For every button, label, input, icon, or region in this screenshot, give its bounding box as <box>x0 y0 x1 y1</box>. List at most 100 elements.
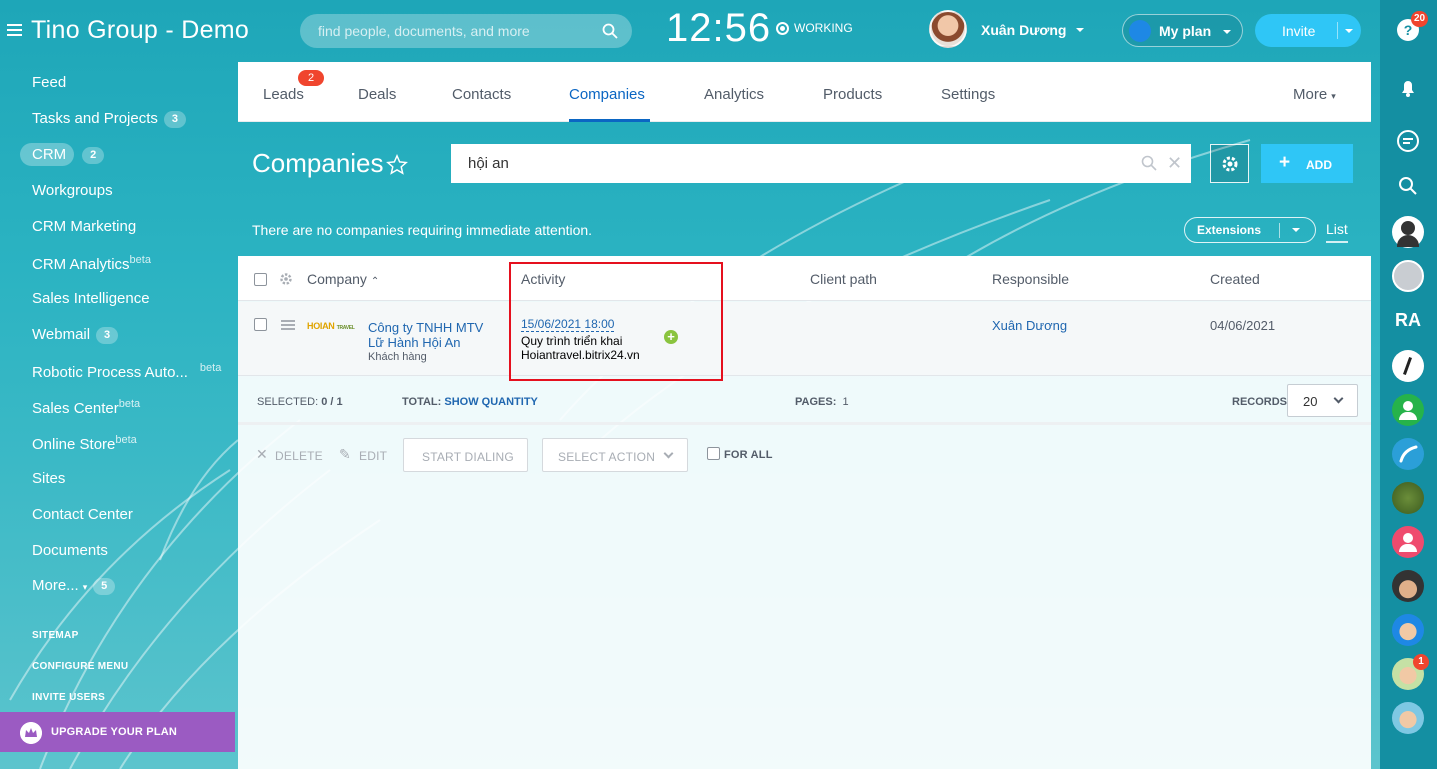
contact-avatar[interactable] <box>1392 526 1424 558</box>
select-all-checkbox[interactable] <box>254 273 267 286</box>
menu-count-badge: 5 <box>93 578 116 595</box>
menu-item-online-store[interactable]: Online Storebeta <box>32 434 137 453</box>
select-action-dropdown[interactable]: SELECT ACTION <box>542 438 688 472</box>
grid-header: Company ⌃ Activity Client path Responsibl… <box>238 256 1371 301</box>
responsible-link[interactable]: Xuân Dương <box>992 318 1067 333</box>
upgrade-label: UPGRADE YOUR PLAN <box>51 726 178 738</box>
filter-search[interactable]: hội an ✕ <box>451 144 1191 183</box>
search-icon[interactable] <box>602 23 618 39</box>
company-logo: HOIAN TRAVEL <box>307 321 355 331</box>
tab-analytics[interactable]: Analytics <box>704 86 764 103</box>
menu-icon[interactable] <box>7 24 22 36</box>
table-row[interactable]: HOIAN TRAVEL Công ty TNHH MTV Lữ Hành Hộ… <box>238 302 1371 376</box>
my-plan-label: My plan <box>1159 23 1212 39</box>
menu-item-tasks[interactable]: Tasks and Projects 3 <box>32 110 186 128</box>
menu-item-more[interactable]: More... ▾ 5 <box>32 577 116 595</box>
filter-value[interactable]: hội an <box>468 155 509 172</box>
settings-button[interactable] <box>1210 144 1249 183</box>
bell-icon[interactable] <box>1394 74 1422 102</box>
add-activity-icon[interactable]: + <box>664 330 678 344</box>
view-list-tab[interactable]: List <box>1326 221 1348 243</box>
contact-avatar[interactable] <box>1392 216 1424 248</box>
column-company[interactable]: Company ⌃ <box>307 271 379 287</box>
tab-products[interactable]: Products <box>823 86 882 103</box>
tab-contacts[interactable]: Contacts <box>452 86 511 103</box>
upgrade-plan-button[interactable]: UPGRADE YOUR PLAN <box>0 712 235 752</box>
contact-avatar[interactable] <box>1392 394 1424 426</box>
tab-companies[interactable]: Companies <box>569 86 645 103</box>
chevron-down-icon: ▾ <box>82 582 88 592</box>
delete-button[interactable]: ✕ DELETE <box>256 438 326 472</box>
user-avatar[interactable] <box>929 10 967 48</box>
menu-item-crm-analytics[interactable]: CRM Analyticsbeta <box>32 254 151 273</box>
activity-date-link[interactable]: 15/06/2021 18:00 <box>521 317 615 332</box>
chat-icon[interactable] <box>1394 127 1422 155</box>
menu-item-sales-center[interactable]: Sales Centerbeta <box>32 398 140 417</box>
app-title[interactable]: Tino Group - Demo <box>31 16 249 45</box>
tab-deals[interactable]: Deals <box>358 86 396 103</box>
sitemap-link[interactable]: SITEMAP <box>32 630 79 641</box>
company-link[interactable]: Công ty TNHH MTV Lữ Hành Hội An <box>368 320 498 350</box>
pencil-icon: ✎ <box>339 446 351 462</box>
menu-item-sales-intelligence[interactable]: Sales Intelligence <box>32 290 150 307</box>
contact-avatar[interactable] <box>1392 260 1424 292</box>
contact-avatar[interactable] <box>1392 614 1424 646</box>
column-client-path[interactable]: Client path <box>810 271 877 287</box>
chevron-down-icon[interactable] <box>1292 228 1300 232</box>
extensions-button[interactable]: Extensions <box>1184 217 1316 243</box>
menu-item-feed[interactable]: Feed <box>32 74 66 91</box>
activity-subtitle: Hoiantravel.bitrix24.vn <box>521 348 640 362</box>
contact-avatar[interactable] <box>1392 702 1424 734</box>
invite-users-link[interactable]: INVITE USERS <box>32 692 105 703</box>
chat-badge: 1 <box>1413 654 1429 670</box>
menu-item-documents[interactable]: Documents <box>32 542 108 559</box>
column-activity[interactable]: Activity <box>521 271 565 287</box>
menu-item-crm-marketing[interactable]: CRM Marketing <box>32 218 136 235</box>
phone-icon[interactable] <box>1392 438 1424 470</box>
add-button[interactable]: + ADD <box>1261 144 1353 183</box>
user-name[interactable]: Xuân Dương <box>981 22 1066 38</box>
chevron-down-icon[interactable] <box>1345 29 1353 33</box>
show-quantity-link[interactable]: SHOW QUANTITY <box>444 396 538 408</box>
menu-item-workgroups[interactable]: Workgroups <box>32 182 113 199</box>
tab-leads[interactable]: Leads <box>263 86 304 103</box>
contact-avatar[interactable]: RA <box>1392 306 1424 338</box>
user-menu-caret-icon[interactable] <box>1076 28 1084 32</box>
gear-icon[interactable] <box>279 272 293 286</box>
grid-footer: SELECTED: 0 / 1 TOTAL: SHOW QUANTITY PAG… <box>238 377 1371 425</box>
plus-icon: + <box>1279 152 1291 173</box>
row-checkbox[interactable] <box>254 318 267 331</box>
menu-item-webmail[interactable]: Webmail 3 <box>32 326 119 344</box>
search-input[interactable] <box>318 14 598 48</box>
contact-avatar[interactable] <box>1392 482 1424 514</box>
search-icon[interactable] <box>1394 172 1422 200</box>
tab-settings[interactable]: Settings <box>941 86 995 103</box>
menu-item-contact-center[interactable]: Contact Center <box>32 506 133 523</box>
chevron-down-icon <box>1333 393 1344 404</box>
chevron-down-icon <box>663 448 674 459</box>
start-dialing-button[interactable]: START DIALING <box>403 438 528 472</box>
edit-button[interactable]: ✎ EDIT <box>339 438 399 472</box>
records-per-page-select[interactable]: 20 <box>1287 384 1358 417</box>
menu-count-badge: 3 <box>96 327 119 344</box>
group-actions: ✕ DELETE ✎ EDIT START DIALING SELECT ACT… <box>238 438 1371 472</box>
configure-menu-link[interactable]: CONFIGURE MENU <box>32 661 128 672</box>
global-search[interactable] <box>300 14 632 48</box>
work-status[interactable]: WORKING <box>776 21 853 35</box>
tab-more[interactable]: More ▾ <box>1293 86 1336 103</box>
menu-item-sites[interactable]: Sites <box>32 470 65 487</box>
column-responsible[interactable]: Responsible <box>992 271 1069 287</box>
drag-handle-icon[interactable] <box>281 320 295 330</box>
menu-item-crm[interactable]: CRM 2 <box>32 146 105 164</box>
created-date: 04/06/2021 <box>1210 318 1276 333</box>
column-created[interactable]: Created <box>1210 271 1260 287</box>
for-all-checkbox[interactable] <box>707 447 720 460</box>
invite-button[interactable]: Invite <box>1255 14 1361 47</box>
contact-avatar[interactable] <box>1392 350 1424 382</box>
star-icon[interactable] <box>386 154 408 176</box>
my-plan-button[interactable]: My plan <box>1122 14 1243 47</box>
menu-item-rpa[interactable]: Robotic Process Auto... beta <box>32 362 221 381</box>
search-icon[interactable] <box>1141 155 1157 171</box>
clear-icon[interactable]: ✕ <box>1167 154 1182 172</box>
contact-avatar[interactable] <box>1392 570 1424 602</box>
